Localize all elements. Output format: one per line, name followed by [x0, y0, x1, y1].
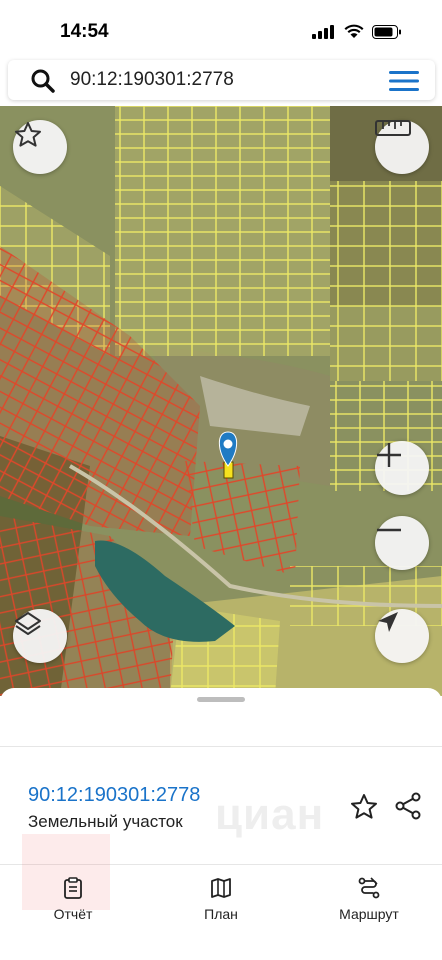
zoom-out-button[interactable]: [375, 516, 429, 570]
search-input[interactable]: 90:12:190301:2778: [70, 69, 234, 91]
navigation-arrow-icon: [378, 612, 398, 632]
tab-report[interactable]: Отчёт: [18, 876, 128, 926]
layers-icon: [15, 612, 41, 635]
search-icon[interactable]: [30, 68, 56, 94]
star-icon[interactable]: [349, 792, 379, 822]
minus-icon: [377, 528, 401, 532]
signal-icon: [312, 24, 334, 39]
status-time: 14:54: [60, 21, 109, 42]
star-icon: [15, 122, 41, 147]
cadastral-number[interactable]: 90:12:190301:2778: [28, 784, 200, 807]
tab-label: План: [204, 906, 238, 922]
zoom-in-button[interactable]: [375, 441, 429, 495]
map-icon: [211, 878, 231, 898]
ruler-icon: [375, 120, 411, 136]
satellite-map[interactable]: [0, 106, 442, 696]
parcel-type: Земельный участок: [28, 812, 183, 831]
tab-route[interactable]: Маршрут: [314, 876, 424, 926]
plus-icon: [377, 443, 401, 467]
map-view[interactable]: [0, 106, 442, 696]
tab-label: Отчёт: [53, 906, 93, 922]
wifi-icon: [344, 24, 364, 38]
locate-button[interactable]: [375, 609, 429, 663]
battery-icon: [372, 24, 401, 39]
sheet-handle[interactable]: [197, 697, 245, 702]
clipboard-icon: [64, 877, 82, 899]
status-icons: [312, 24, 402, 39]
tab-label: Маршрут: [339, 906, 399, 922]
route-icon: [358, 877, 380, 899]
watermark-text: циан: [215, 790, 325, 839]
share-icon[interactable]: [393, 791, 423, 821]
search-bar[interactable]: 90:12:190301:2778: [8, 60, 435, 100]
divider: [0, 746, 442, 747]
tab-plan[interactable]: План: [166, 876, 276, 926]
status-bar: 14:54: [0, 0, 442, 58]
ruler-button[interactable]: [375, 120, 429, 174]
favorite-button[interactable]: [13, 120, 67, 174]
layers-button[interactable]: [13, 609, 67, 663]
menu-icon[interactable]: [389, 70, 419, 92]
